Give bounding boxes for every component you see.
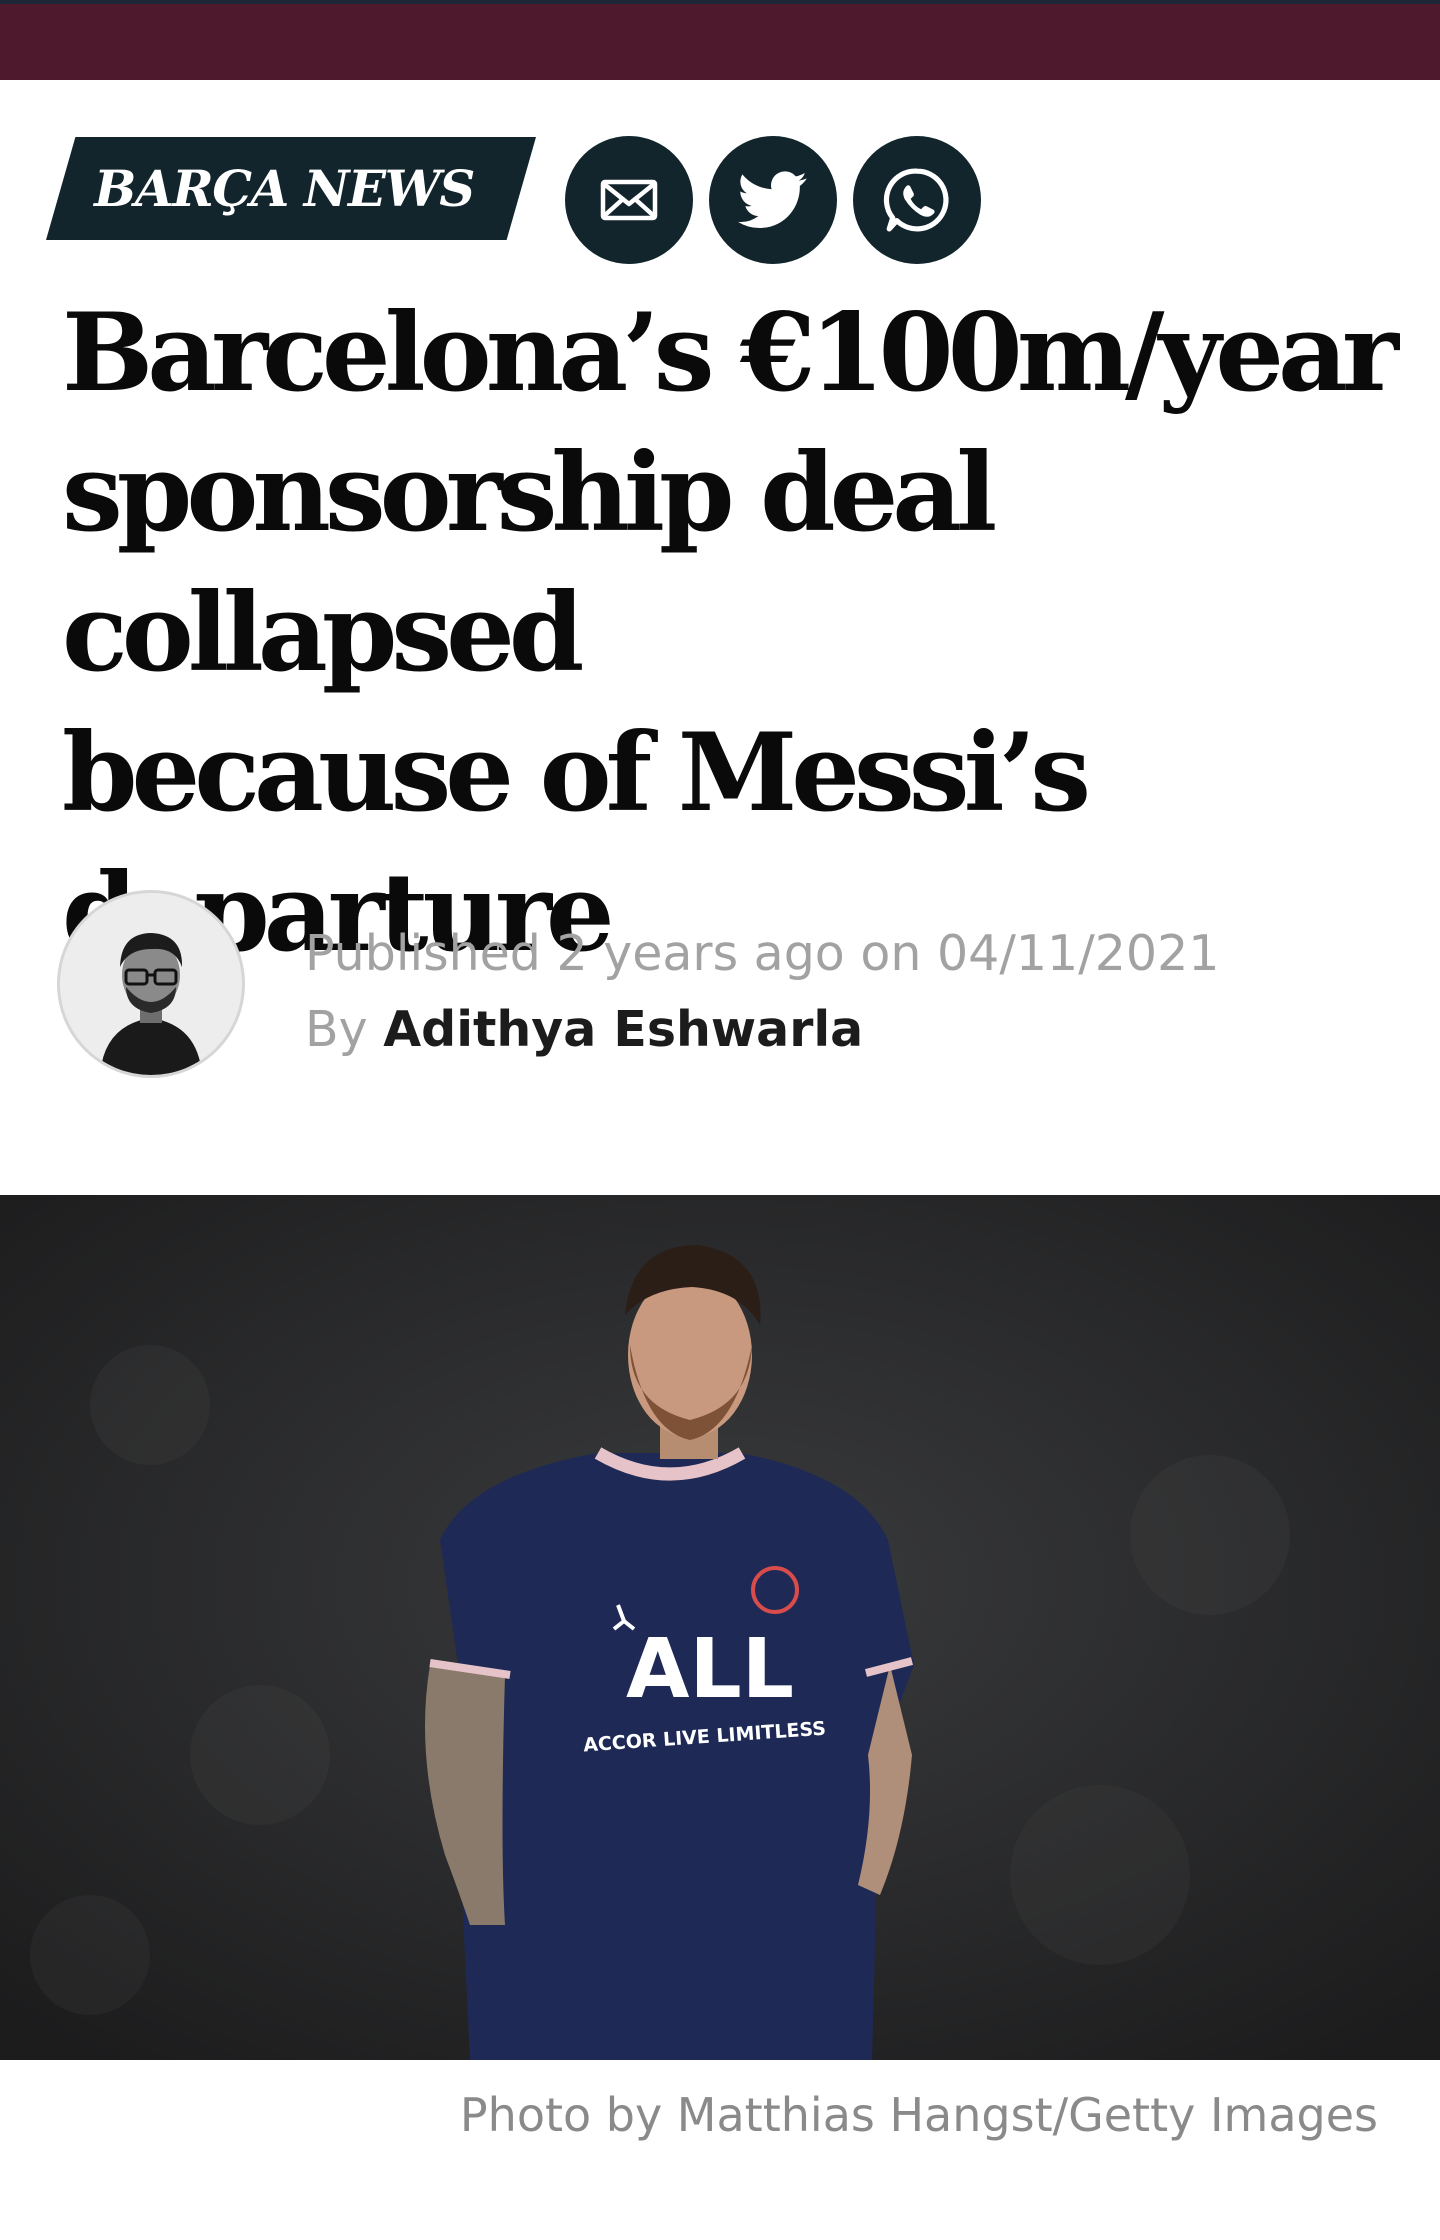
headline-line: sponsorship deal collapsed xyxy=(62,430,997,696)
headline-line: Barcelona’s €100m/year xyxy=(62,290,1399,416)
relative-time: 2 years ago xyxy=(556,925,845,982)
player-photo: ALL ACCOR LIVE LIMITLESS xyxy=(0,1195,1440,2060)
byline: By Adithya Eshwarla xyxy=(305,992,1219,1068)
on-label: on xyxy=(860,925,922,982)
share-twitter-button[interactable] xyxy=(709,136,837,264)
share-email-button[interactable] xyxy=(565,136,693,264)
article-meta: Published 2 years ago on 04/11/2021 By A… xyxy=(305,916,1219,1068)
article-headline: Barcelona’s €100m/year sponsorship deal … xyxy=(62,283,1402,983)
top-bar xyxy=(0,0,1440,80)
author-avatar[interactable] xyxy=(60,893,242,1075)
published-label: Published xyxy=(305,925,541,982)
twitter-bird-icon xyxy=(738,171,807,229)
author-name-link[interactable]: Adithya Eshwarla xyxy=(383,1001,863,1058)
photo-caption: Photo by Matthias Hangst/Getty Images xyxy=(459,2088,1378,2142)
mail-icon xyxy=(600,179,658,221)
publish-line: Published 2 years ago on 04/11/2021 xyxy=(305,916,1219,992)
headline-line: because of Messi’s xyxy=(62,710,1091,836)
sponsor-logo-all: ALL xyxy=(626,1622,794,1717)
author-portrait-image xyxy=(60,893,242,1075)
club-crest xyxy=(751,1566,799,1614)
whatsapp-icon xyxy=(883,168,949,232)
publish-date: 04/11/2021 xyxy=(937,925,1220,982)
category-label[interactable]: BARÇA NEWS xyxy=(94,159,475,218)
category-tag[interactable]: BARÇA NEWS xyxy=(46,137,536,240)
by-label: By xyxy=(305,1001,368,1058)
article-hero-photo[interactable]: ALL ACCOR LIVE LIMITLESS xyxy=(0,1195,1440,2060)
share-whatsapp-button[interactable] xyxy=(853,136,981,264)
